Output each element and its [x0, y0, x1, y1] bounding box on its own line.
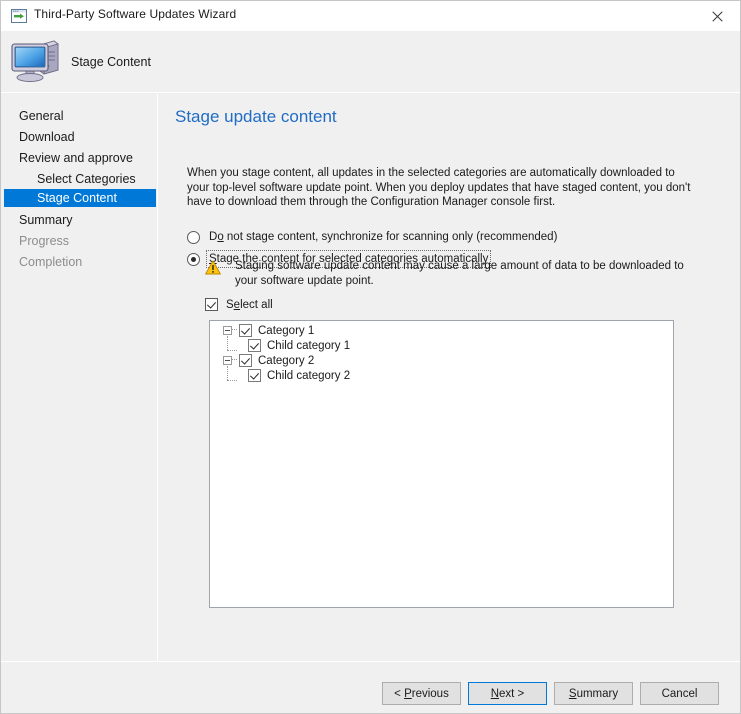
sidebar-item-label: Select Categories [37, 172, 136, 186]
page-title: Stage update content [175, 107, 337, 126]
tree-row[interactable]: Child category 2 [248, 368, 350, 383]
sidebar-item-label: Progress [19, 234, 70, 248]
wizard-footer: < Previous Next > Summary Cancel [1, 661, 740, 713]
sidebar-item-general[interactable]: General [4, 107, 156, 125]
tree-label: Child category 1 [267, 339, 351, 352]
tree-label: Category 1 [258, 324, 315, 337]
tree-connector [227, 380, 237, 381]
sidebar-item-stage-content[interactable]: Stage Content [4, 189, 156, 207]
collapse-icon[interactable] [223, 326, 232, 335]
button-label: Next > [490, 687, 525, 700]
sidebar-item-label: Review and approve [19, 151, 133, 165]
summary-button[interactable]: Summary [554, 682, 633, 705]
sidebar-item-progress: Progress [4, 232, 156, 250]
collapse-icon[interactable] [223, 356, 232, 365]
checkbox-glyph [205, 298, 218, 311]
radio-do-not-stage-content[interactable]: Do not stage content, synchronize for sc… [187, 230, 557, 244]
categories-tree[interactable]: Category 1 Child category 1 Category 2 C… [209, 320, 674, 608]
button-label: Cancel [661, 687, 698, 700]
wizard-sidebar: General Download Review and approve Sele… [1, 94, 158, 661]
tree-checkbox[interactable] [248, 339, 261, 352]
radio-glyph [187, 231, 200, 244]
tree-connector [227, 336, 228, 350]
tree-connector [227, 350, 237, 351]
title-bar: Third-Party Software Updates Wizard [1, 1, 740, 31]
sidebar-item-label: Completion [19, 255, 83, 269]
sidebar-item-download[interactable]: Download [4, 128, 156, 146]
intro-paragraph: When you stage content, all updates in t… [187, 167, 691, 208]
tree-label: Child category 2 [267, 369, 351, 382]
button-label: Summary [568, 687, 619, 700]
wizard-window-icon [11, 9, 27, 23]
warning-message: Staging software update content may caus… [205, 259, 700, 288]
previous-button[interactable]: < Previous [382, 682, 461, 705]
tree-row[interactable]: Category 1 [223, 323, 314, 338]
header-title: Stage Content [71, 55, 151, 69]
tree-label: Category 2 [258, 354, 315, 367]
wizard-window: Third-Party Software Updates Wizard Stag… [0, 0, 741, 714]
wizard-content: Stage update content When you stage cont… [159, 94, 739, 661]
sidebar-item-label: General [19, 109, 64, 123]
sidebar-item-summary[interactable]: Summary [4, 211, 156, 229]
cancel-button[interactable]: Cancel [640, 682, 719, 705]
wizard-header: Stage Content [1, 31, 740, 93]
warning-triangle-icon [205, 260, 221, 275]
tree-checkbox[interactable] [239, 324, 252, 337]
checkbox-select-all[interactable]: Select all [205, 298, 273, 311]
tree-connector [227, 366, 228, 380]
sidebar-item-select-categories[interactable]: Select Categories [4, 170, 156, 188]
tree-checkbox[interactable] [239, 354, 252, 367]
close-icon[interactable] [694, 1, 740, 31]
radio-label: Do not stage content, synchronize for sc… [209, 231, 558, 243]
tree-row[interactable]: Category 2 [223, 353, 314, 368]
sidebar-item-label: Download [19, 130, 75, 144]
sidebar-item-label: Summary [19, 213, 73, 227]
next-button[interactable]: Next > [468, 682, 547, 705]
sidebar-item-completion: Completion [4, 253, 156, 271]
tree-checkbox[interactable] [248, 369, 261, 382]
radio-glyph [187, 253, 200, 266]
checkbox-label: Select all [226, 298, 273, 311]
window-title: Third-Party Software Updates Wizard [34, 7, 237, 21]
sidebar-item-review-and-approve[interactable]: Review and approve [4, 149, 156, 167]
header-separator [1, 92, 740, 93]
tree-row[interactable]: Child category 1 [248, 338, 350, 353]
button-label: < Previous [394, 687, 449, 700]
computer-icon [10, 36, 62, 84]
warning-text: Staging software update content may caus… [235, 260, 684, 287]
sidebar-item-label: Stage Content [37, 191, 117, 205]
